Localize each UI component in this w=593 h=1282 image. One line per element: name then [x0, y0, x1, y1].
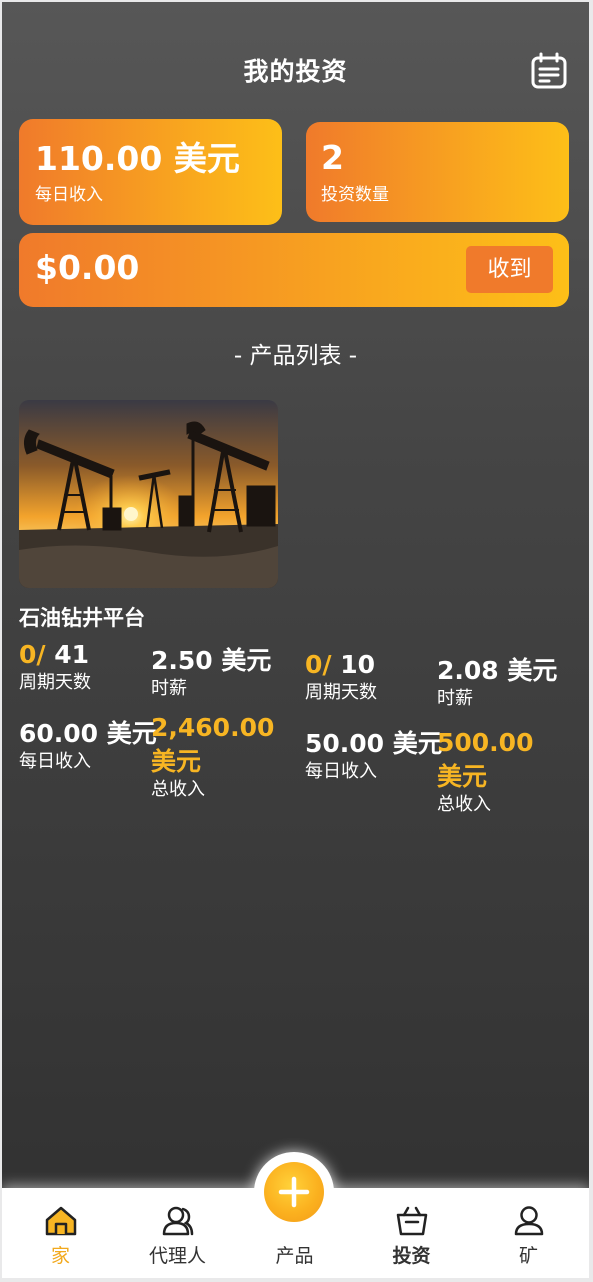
nav-mine[interactable]: 矿	[470, 1188, 587, 1278]
cycle-days-done: 0/	[19, 640, 46, 669]
oil-pumpjack-sunset-image[interactable]	[19, 400, 278, 588]
user-icon	[514, 1206, 544, 1236]
investment-count-label: 投资数量	[321, 185, 389, 205]
agent-people-icon	[162, 1206, 194, 1236]
total-income-label: 总收入	[437, 794, 491, 815]
daily-income-stat-label: 每日收入	[305, 761, 377, 782]
daily-income-label: 每日收入	[35, 185, 103, 205]
total-income-value: 2,460.00 美元	[151, 713, 275, 776]
nav-home-label: 家	[50, 1245, 70, 1267]
plus-icon	[278, 1176, 310, 1208]
hourly-stat: 2.50 美元 时薪	[151, 644, 271, 700]
daily-income-stat-value: 50.00 美元	[305, 729, 443, 758]
cycle-days-total: 10	[331, 650, 376, 679]
nav-product-label: 产品	[275, 1245, 314, 1267]
daily-income-card: 110.00 美元 每日收入	[19, 119, 282, 225]
nav-home[interactable]: 家	[2, 1188, 119, 1278]
nav-invest[interactable]: 投资	[353, 1188, 470, 1278]
add-product-button[interactable]	[264, 1162, 324, 1222]
total-income-stat: 2,460.00 美元 总收入	[151, 711, 281, 801]
daily-income-stat-label: 每日收入	[19, 751, 91, 772]
home-icon	[45, 1206, 77, 1236]
investment-count-value: 2	[321, 138, 344, 177]
nav-mine-label: 矿	[518, 1245, 538, 1267]
investment-count-card: 2 投资数量	[306, 122, 569, 222]
balance-value: $0.00	[35, 248, 140, 287]
hourly-value: 2.08 美元	[437, 656, 558, 685]
daily-income-stat: 50.00 美元 每日收入	[305, 727, 443, 783]
cycle-days-done: 0/	[305, 650, 332, 679]
nav-agent[interactable]: 代理人	[119, 1188, 236, 1278]
cycle-days-label: 周期天数	[19, 672, 91, 693]
product-name: 石油钻井平台	[19, 606, 145, 630]
balance-card: $0.00 收到	[19, 233, 569, 307]
app-screen: 我的投资 110.00 美元 每日收入 2 投资数量 $0.00 收到 - 产品…	[2, 2, 589, 1278]
hourly-stat: 2.08 美元 时薪	[437, 654, 557, 710]
cycle-days-stat: 0/ 10 周期天数	[305, 648, 377, 704]
page-title: 我的投资	[243, 57, 348, 86]
daily-income-stat: 60.00 美元 每日收入	[19, 717, 157, 773]
product-list-title: - 产品列表 -	[233, 343, 358, 369]
total-income-value: 500.00 美元	[437, 728, 534, 791]
daily-income-stat-value: 60.00 美元	[19, 719, 157, 748]
daily-income-value: 110.00 美元	[35, 139, 240, 178]
calendar-list-icon[interactable]	[530, 52, 568, 90]
cycle-days-value: 0/ 41	[19, 638, 91, 672]
total-income-label: 总收入	[151, 779, 205, 800]
hourly-label: 时薪	[151, 678, 187, 699]
nav-invest-label: 投资	[392, 1245, 431, 1267]
receive-button[interactable]: 收到	[466, 246, 553, 293]
cycle-days-value: 0/ 10	[305, 648, 377, 682]
add-product-fab[interactable]	[254, 1152, 334, 1232]
cycle-days-total: 41	[45, 640, 90, 669]
total-income-stat: 500.00 美元 总收入	[437, 726, 562, 816]
cycle-days-label: 周期天数	[305, 682, 377, 703]
hourly-value: 2.50 美元	[151, 646, 272, 675]
basket-icon	[396, 1206, 428, 1236]
cycle-days-stat: 0/ 41 周期天数	[19, 638, 91, 694]
nav-agent-label: 代理人	[148, 1245, 206, 1267]
hourly-label: 时薪	[437, 688, 473, 709]
